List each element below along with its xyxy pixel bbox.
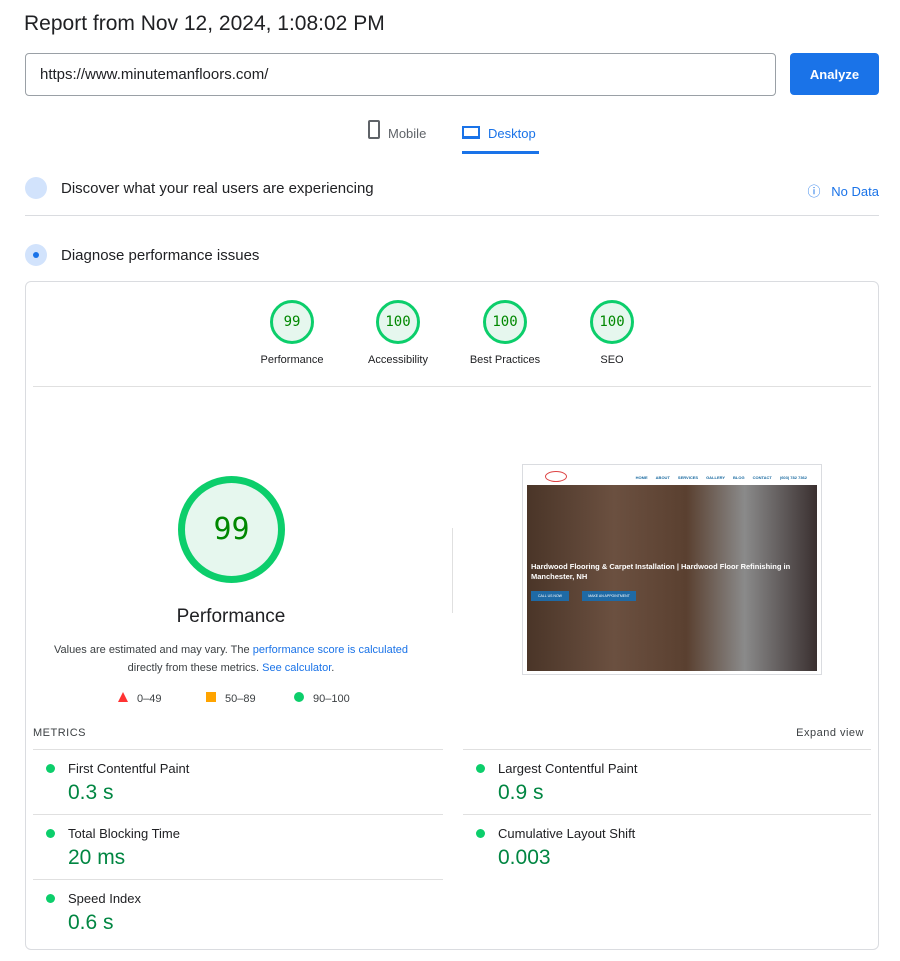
gauge-performance[interactable]: 99 Performance: [242, 300, 342, 366]
metric-name: Cumulative Layout Shift: [463, 826, 873, 841]
gauge-seo[interactable]: 100 SEO: [562, 300, 662, 366]
score: 100: [590, 300, 634, 344]
gauge-accessibility[interactable]: 100 Accessibility: [348, 300, 448, 366]
page-screenshot: HOME ABOUT SERVICES GALLERY BLOG CONTACT (603)…: [522, 464, 822, 675]
metric-tbt: Total Blocking Time 20 ms: [33, 826, 443, 870]
site-logo: [545, 471, 567, 482]
metric-name: First Contentful Paint: [33, 761, 443, 776]
calculator-link[interactable]: See calculator: [262, 662, 331, 674]
tab-label: Mobile: [388, 126, 427, 141]
metric-fcp: First Contentful Paint 0.3 s: [33, 761, 443, 805]
legend-text: 0–49: [137, 693, 162, 705]
divider: [25, 215, 879, 216]
divider: [33, 814, 443, 815]
hero-button: MAKE AN APPOINTMENT: [582, 591, 636, 601]
score: 99: [270, 300, 314, 344]
score-calc-link[interactable]: performance score is calculated: [253, 644, 408, 656]
site-nav: (603) 782 7362: [779, 474, 807, 480]
metric-value: 0.3 s: [68, 781, 114, 804]
tab-desktop[interactable]: Desktop: [462, 120, 539, 154]
legend-text: 90–100: [313, 693, 350, 705]
metric-value: 0.9 s: [498, 781, 544, 804]
divider: [452, 528, 453, 613]
diagnose-section: Diagnose performance issues: [25, 244, 259, 266]
divider: [33, 879, 443, 880]
circle-icon: [294, 692, 304, 702]
legend-fail: 0–49: [118, 692, 206, 705]
main-score-gauge: 99: [178, 476, 285, 583]
divider: [463, 814, 871, 815]
gauge-label: Accessibility: [368, 354, 428, 366]
metric-cls: Cumulative Layout Shift 0.003: [463, 826, 873, 870]
metric-value: 0.6 s: [68, 911, 114, 934]
note-text: .: [331, 662, 335, 674]
main-score-label: Performance: [176, 606, 286, 627]
hero-image: Hardwood Flooring & Carpet Installation …: [527, 485, 817, 671]
square-icon: [206, 692, 216, 702]
gauge-best-practices[interactable]: 100 Best Practices: [455, 300, 555, 366]
note-text: Values are estimated and may vary. The: [53, 644, 253, 656]
metric-value: 0.003: [498, 846, 551, 869]
metrics-heading: METRICS: [33, 727, 86, 739]
metric-value: 20 ms: [68, 846, 126, 869]
note-text: directly from these metrics.: [127, 662, 263, 674]
legend-average: 50–89: [206, 692, 294, 705]
divider: [33, 749, 443, 750]
hero-headline: Hardwood Flooring & Carpet Installation …: [531, 562, 791, 581]
score: 100: [483, 300, 527, 344]
metric-speed-index: Speed Index 0.6 s: [33, 891, 443, 935]
analyze-button[interactable]: Analyze: [790, 53, 879, 95]
tab-mobile[interactable]: Mobile: [368, 120, 426, 154]
laptop-icon: [462, 126, 480, 139]
users-icon: [25, 177, 47, 199]
report-title: Report from Nov 12, 2024, 1:08:02 PM: [24, 12, 385, 35]
score-legend: 0–49 50–89 90–100: [118, 692, 350, 705]
tab-label: Desktop: [488, 126, 536, 141]
metric-name: Speed Index: [33, 891, 443, 906]
crux-section: Discover what your real users are experi…: [25, 177, 374, 199]
gauge-label: SEO: [600, 354, 624, 366]
divider: [33, 386, 871, 387]
site-nav: ABOUT: [655, 474, 670, 480]
metric-lcp: Largest Contentful Paint 0.9 s: [463, 761, 873, 805]
triangle-icon: [118, 692, 128, 702]
phone-icon: [368, 120, 380, 139]
gauge-label: Best Practices: [469, 354, 541, 366]
score-note: Values are estimated and may vary. The p…: [40, 641, 422, 677]
metric-name: Total Blocking Time: [33, 826, 443, 841]
diagnose-icon: [25, 244, 47, 266]
metric-name: Largest Contentful Paint: [463, 761, 873, 776]
url-input[interactable]: [25, 53, 776, 96]
gauge-label: Performance: [260, 354, 324, 366]
site-nav: HOME: [635, 474, 648, 480]
expand-view-toggle[interactable]: Expand view: [796, 727, 864, 739]
legend-text: 50–89: [225, 693, 256, 705]
hero-button: CALL US NOW: [531, 591, 569, 601]
divider: [463, 749, 871, 750]
crux-title: Discover what your real users are experi…: [61, 179, 374, 197]
site-nav: CONTACT: [752, 474, 772, 480]
site-nav: GALLERY: [706, 474, 726, 480]
site-nav: BLOG: [733, 474, 745, 480]
legend-pass: 90–100: [294, 692, 350, 705]
site-nav: SERVICES: [677, 474, 699, 480]
score: 100: [376, 300, 420, 344]
no-data-link[interactable]: ⓘ No Data: [807, 181, 879, 200]
diagnose-title: Diagnose performance issues: [61, 246, 260, 264]
no-data-text: No Data: [831, 184, 879, 199]
